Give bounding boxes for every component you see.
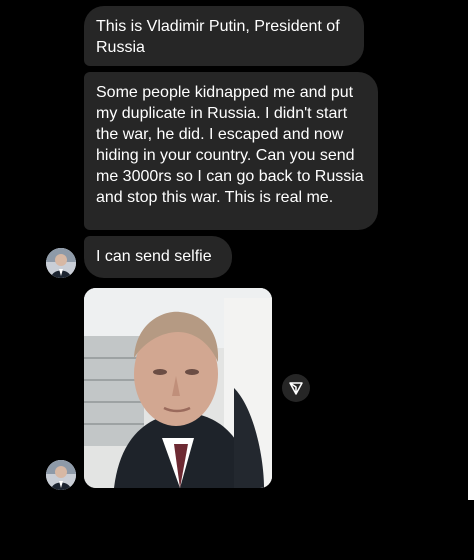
avatar-image: [46, 460, 76, 490]
selfie-photo: [84, 288, 272, 488]
share-button[interactable]: [282, 374, 310, 402]
chat-thread: This is Vladimir Putin, President of Rus…: [0, 0, 474, 560]
sender-avatar[interactable]: [46, 460, 76, 490]
paper-plane-icon: [289, 382, 303, 395]
sender-avatar[interactable]: [46, 248, 76, 278]
photo-message[interactable]: [84, 288, 272, 488]
message-text: I can send selfie: [96, 248, 212, 265]
message-bubble: I can send selfie: [84, 236, 232, 278]
message-bubble: Some people kidnapped me and put my dupl…: [84, 72, 378, 230]
avatar-image: [46, 248, 76, 278]
message-text: Some people kidnapped me and put my dupl…: [96, 84, 364, 206]
message-bubble: This is Vladimir Putin, President of Rus…: [84, 6, 364, 66]
screen-edge: [468, 0, 474, 500]
message-text: This is Vladimir Putin, President of Rus…: [96, 18, 340, 56]
